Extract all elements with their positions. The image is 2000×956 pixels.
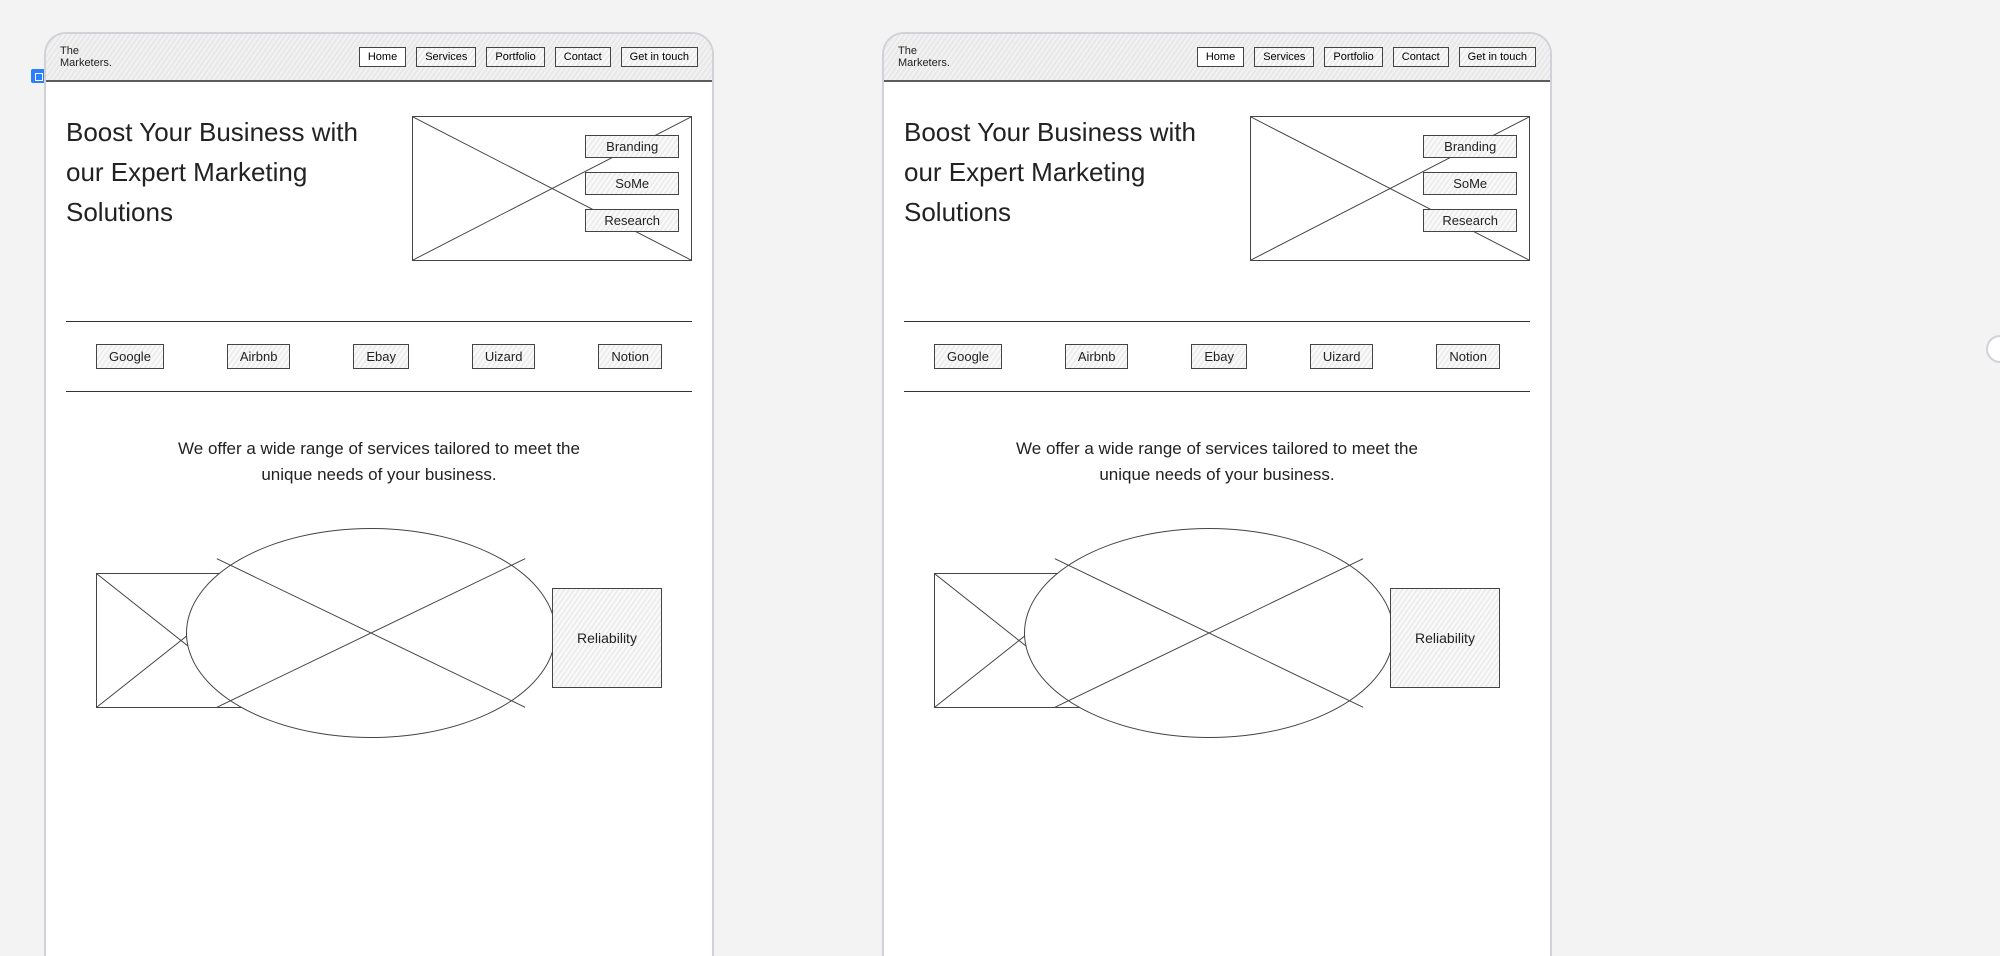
nav-portfolio[interactable]: Portfolio bbox=[486, 47, 544, 67]
nav-get-in-touch[interactable]: Get in touch bbox=[1459, 47, 1536, 67]
shapes-composition: Reliability bbox=[96, 528, 662, 738]
nav-services[interactable]: Services bbox=[1254, 47, 1314, 67]
feature-card-label: Reliability bbox=[1415, 630, 1475, 646]
nav-portfolio[interactable]: Portfolio bbox=[1324, 47, 1382, 67]
services-tagline: We offer a wide range of services tailor… bbox=[997, 436, 1437, 488]
hero-image-placeholder[interactable]: Branding SoMe Research bbox=[412, 116, 692, 261]
artboard-1[interactable]: The Marketers. Home Services Portfolio C… bbox=[44, 32, 714, 956]
hero-tag-some[interactable]: SoMe bbox=[1423, 172, 1517, 195]
feature-card-reliability[interactable]: Reliability bbox=[552, 588, 662, 688]
client-logos-strip: Google Airbnb Ebay Uizard Notion bbox=[904, 321, 1530, 392]
shape-oval-placeholder[interactable] bbox=[186, 528, 556, 738]
hero-title: Boost Your Business with our Expert Mark… bbox=[904, 112, 1204, 261]
canvas-stage: The Marketers. Home Services Portfolio C… bbox=[0, 0, 2000, 956]
hero-tag-branding[interactable]: Branding bbox=[585, 135, 679, 158]
brand-line-1: The bbox=[898, 45, 917, 57]
hero-tag-some[interactable]: SoMe bbox=[585, 172, 679, 195]
artboard-2[interactable]: The Marketers. Home Services Portfolio C… bbox=[882, 32, 1552, 956]
brand-logo[interactable]: The Marketers. bbox=[60, 45, 112, 69]
client-airbnb[interactable]: Airbnb bbox=[227, 344, 291, 369]
hero-tag-research[interactable]: Research bbox=[1423, 209, 1517, 232]
client-notion[interactable]: Notion bbox=[598, 344, 662, 369]
client-uizard[interactable]: Uizard bbox=[472, 344, 536, 369]
nav-get-in-touch[interactable]: Get in touch bbox=[621, 47, 698, 67]
services-tagline: We offer a wide range of services tailor… bbox=[159, 436, 599, 488]
hero-title: Boost Your Business with our Expert Mark… bbox=[66, 112, 366, 261]
nav-services[interactable]: Services bbox=[416, 47, 476, 67]
nav-links: Home Services Portfolio Contact Get in t… bbox=[359, 47, 698, 67]
client-ebay[interactable]: Ebay bbox=[1191, 344, 1247, 369]
brand-line-2: Marketers. bbox=[60, 57, 112, 69]
feature-card-reliability[interactable]: Reliability bbox=[1390, 588, 1500, 688]
hero-tag-branding[interactable]: Branding bbox=[1423, 135, 1517, 158]
hero-tag-research[interactable]: Research bbox=[585, 209, 679, 232]
nav-home[interactable]: Home bbox=[359, 47, 406, 67]
client-google[interactable]: Google bbox=[96, 344, 164, 369]
hero-section: Boost Your Business with our Expert Mark… bbox=[904, 112, 1530, 261]
client-airbnb[interactable]: Airbnb bbox=[1065, 344, 1129, 369]
navbar: The Marketers. Home Services Portfolio C… bbox=[884, 34, 1550, 82]
brand-line-1: The bbox=[60, 45, 79, 57]
hero-image-placeholder[interactable]: Branding SoMe Research bbox=[1250, 116, 1530, 261]
shape-oval-placeholder[interactable] bbox=[1024, 528, 1394, 738]
client-uizard[interactable]: Uizard bbox=[1310, 344, 1374, 369]
shapes-composition: Reliability bbox=[934, 528, 1500, 738]
brand-line-2: Marketers. bbox=[898, 57, 950, 69]
client-notion[interactable]: Notion bbox=[1436, 344, 1500, 369]
client-logos-strip: Google Airbnb Ebay Uizard Notion bbox=[66, 321, 692, 392]
feature-card-label: Reliability bbox=[577, 630, 637, 646]
nav-contact[interactable]: Contact bbox=[1393, 47, 1449, 67]
client-google[interactable]: Google bbox=[934, 344, 1002, 369]
client-ebay[interactable]: Ebay bbox=[353, 344, 409, 369]
nav-contact[interactable]: Contact bbox=[555, 47, 611, 67]
brand-logo[interactable]: The Marketers. bbox=[898, 45, 950, 69]
help-chat-bubble-icon[interactable] bbox=[1986, 335, 2000, 363]
hero-section: Boost Your Business with our Expert Mark… bbox=[66, 112, 692, 261]
nav-home[interactable]: Home bbox=[1197, 47, 1244, 67]
nav-links: Home Services Portfolio Contact Get in t… bbox=[1197, 47, 1536, 67]
navbar: The Marketers. Home Services Portfolio C… bbox=[46, 34, 712, 82]
